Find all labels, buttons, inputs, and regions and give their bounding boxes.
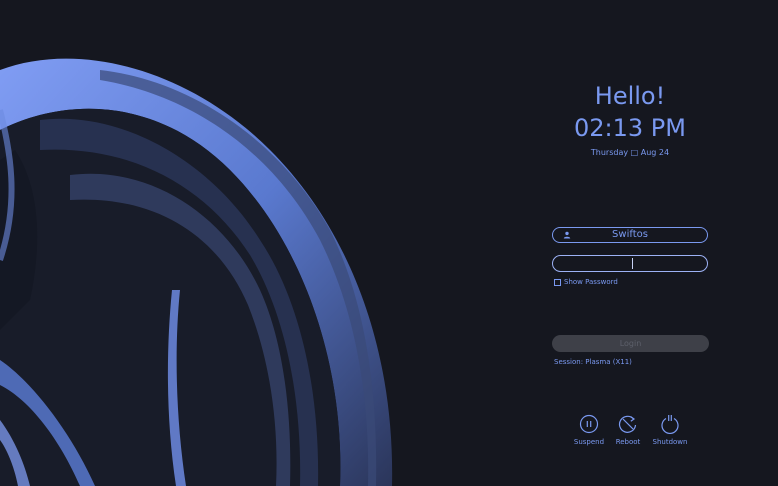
show-password-label: Show Password xyxy=(564,278,618,286)
login-button[interactable]: Login xyxy=(552,335,709,352)
session-selector[interactable]: Session: Plasma (X11) xyxy=(554,358,632,366)
reboot-icon xyxy=(618,415,637,433)
shutdown-button[interactable]: Shutdown xyxy=(650,414,690,446)
username-field[interactable]: Swiftos xyxy=(552,227,708,243)
suspend-label: Suspend xyxy=(573,438,605,446)
greeting-text: Hello! xyxy=(594,82,666,110)
show-password-toggle[interactable]: Show Password xyxy=(554,278,618,286)
shutdown-label: Shutdown xyxy=(652,438,688,446)
power-icon xyxy=(661,415,679,434)
reboot-button[interactable]: Reboot xyxy=(608,414,648,446)
login-panel: Hello! 02:13 PM Thursday □ Aug 24 Swifto… xyxy=(540,0,720,486)
password-input[interactable] xyxy=(552,255,708,272)
username-text: Swiftos xyxy=(612,229,648,240)
suspend-button[interactable]: Suspend xyxy=(569,414,609,446)
clock: 02:13 PM xyxy=(574,114,686,142)
suspend-icon xyxy=(579,414,599,434)
show-password-checkbox[interactable] xyxy=(554,278,561,286)
reboot-label: Reboot xyxy=(615,438,641,446)
text-caret xyxy=(632,258,633,269)
date-label: Thursday □ Aug 24 xyxy=(590,148,670,157)
